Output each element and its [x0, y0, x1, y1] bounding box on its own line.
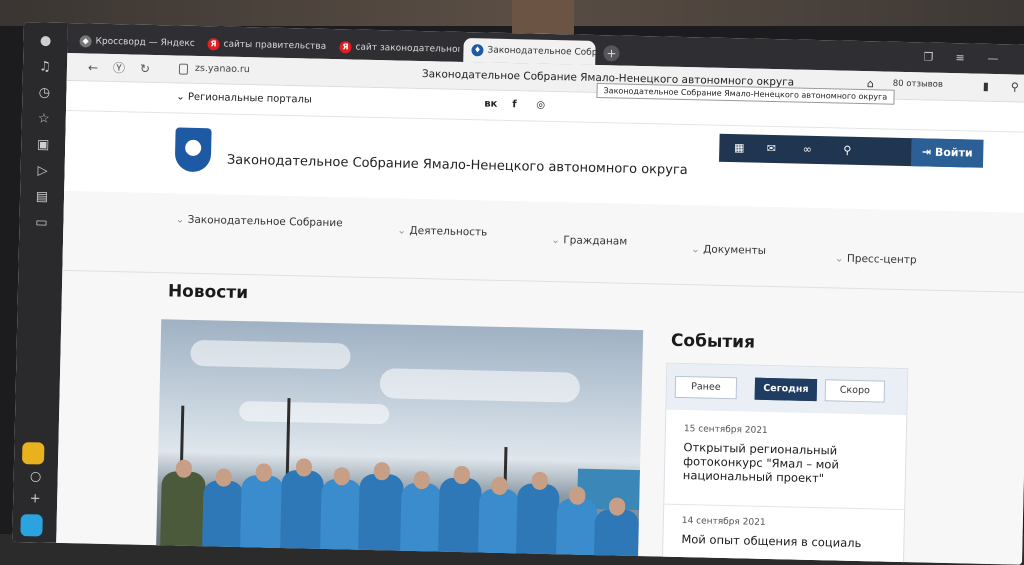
profile-icon[interactable]: ● [36, 32, 54, 50]
app-icon[interactable] [21, 442, 45, 465]
person [477, 488, 520, 565]
website: ⌄ Региональные порталы вк f ◎ Законодате… [56, 80, 1024, 565]
person [279, 469, 324, 563]
news-heading: Новости [167, 281, 249, 304]
person-head [333, 467, 350, 486]
site-toolbar: ▦ ✉ ∞ ⚲ ⇥ Войти [719, 133, 984, 168]
telegram-icon[interactable] [20, 514, 43, 537]
instagram-icon[interactable]: ◎ [536, 100, 545, 111]
tab-earlier[interactable]: Ранее [674, 375, 738, 400]
mail-icon[interactable]: ✉ [759, 141, 783, 158]
tab-today[interactable]: Сегодня [754, 377, 818, 402]
events-heading: События [670, 330, 756, 353]
person-head [295, 458, 313, 477]
menu-press-center[interactable]: Пресс-центр [835, 252, 917, 267]
person-head [569, 486, 586, 505]
bell-icon[interactable]: ♫ [36, 58, 54, 76]
new-tab-button[interactable]: + [603, 45, 620, 62]
divider [664, 503, 905, 511]
yandex-icon: Я [339, 41, 352, 54]
tab-legislative-site[interactable]: Я сайт законодательного с [331, 35, 460, 62]
menu-activity[interactable]: Деятельность [397, 225, 487, 239]
yandex-home-icon[interactable]: Ⓨ [111, 60, 127, 76]
person-head [215, 468, 232, 487]
accessibility-glasses-icon[interactable]: ∞ [795, 142, 819, 159]
coat-of-arms-logo[interactable] [174, 127, 212, 173]
alice-icon[interactable]: ○ [26, 468, 44, 486]
event-item[interactable]: 15 сентября 2021 Открытый региональный ф… [683, 424, 898, 487]
person-head [608, 497, 626, 516]
menu-citizens[interactable]: Гражданам [551, 234, 627, 247]
event-item[interactable]: 14 сентября 2021 Мой опыт общения в соци… [681, 516, 896, 551]
event-title[interactable]: Открытый региональный фотоконкурс "Ямал … [683, 440, 898, 487]
person [239, 475, 284, 562]
person-head [453, 465, 471, 485]
person-head [373, 462, 391, 481]
person [201, 480, 244, 562]
person [437, 477, 482, 565]
screen-icon[interactable]: ▭ [32, 214, 50, 232]
lock-icon [178, 63, 189, 75]
facebook-icon[interactable]: f [512, 99, 517, 110]
person-head [255, 463, 273, 482]
minimize-icon[interactable]: — [987, 52, 998, 65]
person [515, 483, 560, 565]
tabs-icon[interactable]: ▤ [33, 188, 51, 206]
cloud [239, 400, 390, 425]
menu-legislative-assembly[interactable]: Законодательное Собрание [175, 213, 343, 230]
event-title[interactable]: Мой опыт общения в социаль [681, 532, 895, 551]
person-head [175, 459, 193, 478]
star-icon[interactable]: ☆ [35, 110, 53, 128]
site-name: Законодательное Собрание Ямало-Ненецкого… [226, 152, 688, 179]
tab-soon[interactable]: Скоро [824, 379, 886, 403]
events-tabs: Ранее Сегодня Скоро [666, 363, 908, 416]
back-icon[interactable]: ← [85, 59, 101, 75]
login-button[interactable]: ⇥ Войти [910, 138, 984, 168]
browser-window: ● ♫ ◷ ☆ ▣ ▷ ▤ ▭ ○ + ◆ Кроссворд — Яндекс… [12, 22, 1024, 565]
person [593, 509, 640, 565]
cloud [379, 368, 581, 403]
window-copy-icon[interactable]: ❐ [923, 50, 933, 63]
bookmark-icon[interactable]: ▮ [983, 80, 989, 93]
emblem-icon: ♦ [471, 44, 484, 57]
event-date: 15 сентября 2021 [683, 424, 768, 436]
person [555, 498, 598, 565]
reload-icon[interactable]: ↻ [137, 61, 153, 77]
person [357, 473, 404, 565]
reviews-badge[interactable]: 80 отзывов [893, 79, 943, 90]
tab-government-sites[interactable]: Я сайты правительства рф [199, 32, 328, 59]
collections-icon[interactable]: ▣ [34, 136, 52, 154]
news-photo[interactable] [155, 319, 644, 565]
sitemap-icon[interactable]: ▦ [727, 140, 751, 157]
regional-portals-link[interactable]: ⌄ Региональные порталы [176, 91, 312, 105]
menu-icon[interactable]: ≡ [955, 51, 965, 64]
person-head [531, 471, 548, 490]
yandex-icon: Я [207, 38, 220, 51]
event-date: 14 сентября 2021 [681, 516, 766, 528]
person-head [413, 470, 430, 490]
tab-legislative-assembly[interactable]: ♦ Законодательное Собр [463, 37, 596, 65]
url-field[interactable]: zs.yanao.ru [195, 63, 250, 75]
vk-icon[interactable]: вк [484, 98, 497, 109]
person-head [491, 476, 508, 496]
history-icon[interactable]: ◷ [35, 84, 53, 102]
extension-icon[interactable]: ⚲ [1011, 80, 1019, 93]
person [159, 471, 206, 561]
person [319, 478, 362, 564]
tab-crossword[interactable]: ◆ Кроссворд — Яндекс.Игр [71, 29, 196, 56]
game-icon: ◆ [79, 35, 92, 48]
add-icon[interactable]: + [26, 490, 44, 508]
search-icon[interactable]: ⚲ [835, 142, 859, 159]
person [399, 482, 442, 565]
menu-documents[interactable]: Документы [691, 243, 766, 256]
play-icon[interactable]: ▷ [33, 162, 51, 180]
events-panel: Ранее Сегодня Скоро 15 сентября 2021 Отк… [661, 362, 909, 565]
cloud [190, 339, 351, 370]
